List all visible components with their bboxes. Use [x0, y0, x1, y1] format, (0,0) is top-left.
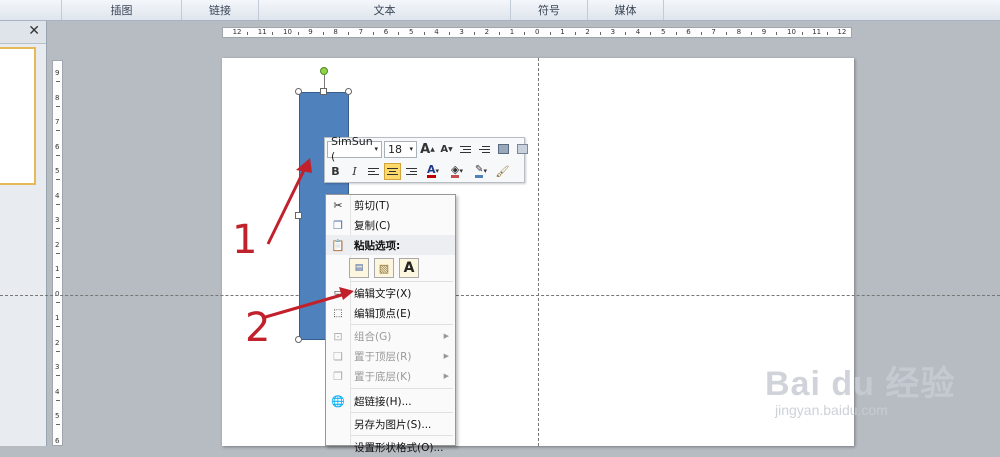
annotation-number-1: 1	[232, 217, 258, 263]
baidu-watermark-logo: Bai du 经验	[765, 365, 956, 403]
annotation-arrow-1	[266, 158, 312, 245]
baidu-watermark-url: jingyan.baidu.com	[775, 402, 888, 418]
annotation-arrow-2	[261, 287, 354, 320]
annotation-number-2: 2	[245, 305, 271, 351]
